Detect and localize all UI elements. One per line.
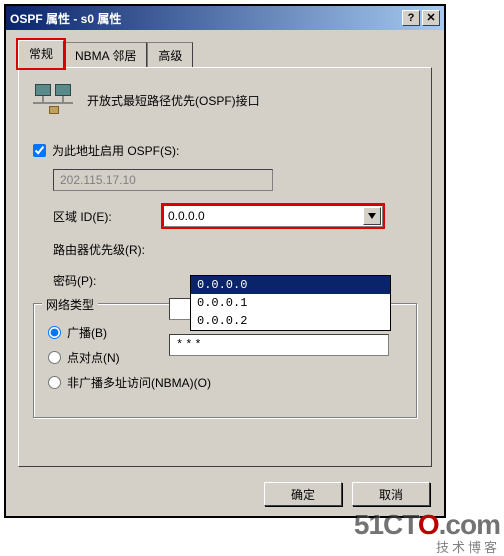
tab-advanced[interactable]: 高级 [147, 42, 193, 68]
dropdown-option[interactable]: 0.0.0.0 [191, 276, 390, 294]
radio-nbma-label: 非广播多址访问(NBMA)(O) [67, 374, 211, 391]
enable-ospf-label: 为此地址启用 OSPF(S): [52, 142, 179, 159]
radio-nbma[interactable] [48, 376, 61, 389]
radio-broadcast[interactable] [48, 326, 61, 339]
priority-row: 路由器优先级(R): [33, 241, 417, 258]
priority-label: 路由器优先级(R): [53, 241, 163, 258]
password-label: 密码(P): [53, 272, 163, 289]
close-button[interactable]: ✕ [422, 10, 440, 26]
password-input[interactable] [169, 334, 389, 356]
dropdown-option[interactable]: 0.0.0.2 [191, 312, 390, 330]
area-row: 区域 ID(E): 0.0.0.0 [33, 205, 417, 227]
ospf-interface-icon [33, 84, 73, 116]
area-label: 区域 ID(E): [53, 208, 163, 225]
ip-row: 202.115.17.10 [33, 169, 417, 191]
ip-address-field: 202.115.17.10 [53, 169, 273, 191]
area-id-dropdown-list[interactable]: 0.0.0.0 0.0.0.1 0.0.0.2 [190, 275, 391, 331]
radio-ptp[interactable] [48, 351, 61, 364]
radio-ptp-label: 点对点(N) [67, 349, 120, 366]
cancel-button[interactable]: 取消 [352, 482, 430, 506]
dropdown-option[interactable]: 0.0.0.1 [191, 294, 390, 312]
enable-ospf-checkbox[interactable] [33, 144, 46, 157]
help-button[interactable]: ? [402, 10, 420, 26]
header-text: 开放式最短路径优先(OSPF)接口 [87, 92, 260, 109]
tab-nbma[interactable]: NBMA 邻居 [64, 42, 147, 68]
tab-panel-general: 开放式最短路径优先(OSPF)接口 为此地址启用 OSPF(S): 202.11… [18, 67, 432, 467]
network-type-legend: 网络类型 [42, 296, 98, 313]
window-title: OSPF 属性 - s0 属性 [10, 10, 400, 27]
area-id-combobox[interactable]: 0.0.0.0 [163, 205, 383, 227]
close-icon: ✕ [426, 13, 435, 24]
header-row: 开放式最短路径优先(OSPF)接口 [33, 84, 417, 116]
radio-broadcast-label: 广播(B) [67, 324, 107, 341]
tab-general[interactable]: 常规 [18, 40, 64, 68]
ok-button[interactable]: 确定 [264, 482, 342, 506]
tab-strip: 常规 NBMA 邻居 高级 [18, 40, 432, 68]
dialog-buttons: 确定 取消 [264, 482, 430, 506]
area-id-value: 0.0.0.0 [168, 209, 205, 223]
dialog-window: OSPF 属性 - s0 属性 ? ✕ 常规 NBMA 邻居 高级 开放式最短路… [4, 4, 446, 518]
enable-ospf-row: 为此地址启用 OSPF(S): [33, 142, 417, 159]
dialog-content: 常规 NBMA 邻居 高级 开放式最短路径优先(OSPF)接口 为此地址启用 O… [6, 30, 444, 477]
title-bar: OSPF 属性 - s0 属性 ? ✕ [6, 6, 444, 30]
dropdown-arrow-icon[interactable] [363, 207, 381, 225]
